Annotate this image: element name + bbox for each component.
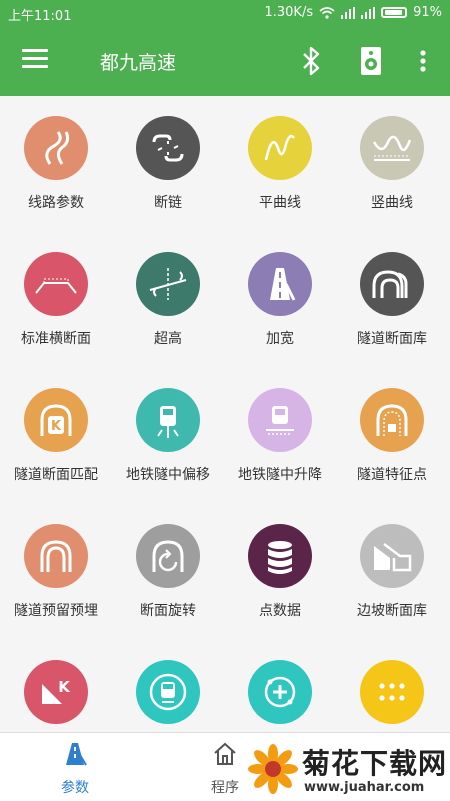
grid-item-label: 断链 (154, 195, 182, 211)
grid-item-label: 超高 (154, 331, 182, 347)
grid-item-metro-lift[interactable]: 地铁隧中升降 (224, 368, 336, 498)
grid-item-label: 隧道断面库 (357, 331, 427, 347)
grid-item-metro-offset[interactable]: 地铁隧中偏移 (112, 368, 224, 498)
function-grid: 线路参数 断链 平曲线 竖曲线 标准横断面 超高 加宽 隧道断面库 K 隧道断面… (0, 96, 450, 732)
speaker-icon[interactable] (356, 44, 386, 78)
tunnel-reserve-icon (24, 524, 88, 588)
metro-lift-icon (248, 388, 312, 452)
page-title: 都九高速 (100, 52, 177, 74)
network-speed: 1.30K/s (264, 5, 314, 20)
grid-item-label: 地铁隧中偏移 (126, 467, 210, 483)
grid-item-tunnel-reserve[interactable]: 隧道预留预埋 (0, 504, 112, 634)
grid-item-horizontal-curve[interactable]: 平曲线 (224, 96, 336, 226)
grid-item-superelevation[interactable]: 超高 (112, 232, 224, 362)
battery-level: 91% (413, 5, 442, 20)
metro-offset-icon (136, 388, 200, 452)
grid-item-train[interactable] (112, 640, 224, 732)
tunnel-feature-icon (360, 388, 424, 452)
tab-label: 参数 (61, 780, 89, 796)
battery-icon (381, 7, 408, 18)
tunnel-library-icon (360, 252, 424, 316)
status-time: 上午11:01 (8, 9, 72, 24)
widening-icon (248, 252, 312, 316)
grid-item-compass-plus[interactable] (224, 640, 336, 732)
more-options-icon[interactable] (408, 44, 438, 78)
grid-item-broken-chain[interactable]: 断链 (112, 96, 224, 226)
grid-item-widening[interactable]: 加宽 (224, 232, 336, 362)
tab-params[interactable]: 参数 (0, 733, 150, 801)
menu-icon[interactable] (22, 49, 48, 69)
home-icon (214, 742, 236, 765)
grid-item-tunnel-match[interactable]: K 隧道断面匹配 (0, 368, 112, 498)
watermark-url: www.juahar.com (304, 780, 425, 795)
grid-item-route-params[interactable]: 线路参数 (0, 96, 112, 226)
horizontal-curve-icon (248, 116, 312, 180)
grid-item-label: 点数据 (259, 603, 301, 619)
grid-item-label: 断面旋转 (140, 603, 196, 619)
svg-text:K: K (51, 419, 62, 434)
broken-chain-icon (136, 116, 200, 180)
train-icon (136, 660, 200, 724)
grid-item-label: 隧道特征点 (357, 467, 427, 483)
signal-icon (341, 6, 356, 19)
grid-item-tunnel-library[interactable]: 隧道断面库 (336, 232, 448, 362)
cross-section-icon (24, 252, 88, 316)
grid-item-tunnel-feature[interactable]: 隧道特征点 (336, 368, 448, 498)
slope-k-icon: K (24, 660, 88, 724)
grid-item-section-rotate[interactable]: 断面旋转 (112, 504, 224, 634)
road-icon (66, 743, 87, 766)
bluetooth-icon[interactable] (296, 44, 326, 78)
vertical-curve-icon (360, 116, 424, 180)
grid-item-label: 隧道断面匹配 (14, 467, 98, 483)
svg-text:K: K (58, 678, 71, 696)
superelevation-icon (136, 252, 200, 316)
grid-item-point-data[interactable]: 点数据 (224, 504, 336, 634)
grid-item-apps[interactable] (336, 640, 448, 732)
road-curve-icon (24, 116, 88, 180)
grid-item-label: 平曲线 (259, 195, 301, 211)
grid-item-slope-library[interactable]: 边坡断面库 (336, 504, 448, 634)
grid-item-label: 隧道预留预埋 (14, 603, 98, 619)
grid-item-label: 边坡断面库 (357, 603, 427, 619)
signal-icon-2 (361, 6, 376, 19)
status-bar: 上午11:01 1.30K/s 91% (0, 0, 450, 26)
grid-item-label: 标准横断面 (21, 331, 91, 347)
database-icon (248, 524, 312, 588)
grid-item-label: 线路参数 (28, 195, 84, 211)
section-rotate-icon (136, 524, 200, 588)
flower-logo-icon (248, 744, 298, 794)
compass-plus-icon (248, 660, 312, 724)
grid-item-standard-section[interactable]: 标准横断面 (0, 232, 112, 362)
grid-item-label: 加宽 (266, 331, 294, 347)
grid-item-label: 地铁隧中升降 (238, 467, 322, 483)
tunnel-match-icon: K (24, 388, 88, 452)
grid-dots-icon (360, 660, 424, 724)
grid-item-label: 竖曲线 (371, 195, 413, 211)
grid-item-vertical-curve[interactable]: 竖曲线 (336, 96, 448, 226)
watermark-title: 菊花下载网 (302, 747, 448, 780)
grid-item-slope-k[interactable]: K (0, 640, 112, 732)
watermark: 菊花下载网 www.juahar.com (246, 740, 450, 800)
wifi-icon (319, 6, 335, 19)
status-right: 1.30K/s 91% (264, 5, 442, 20)
slope-library-icon (360, 524, 424, 588)
toolbar: 都九高速 (0, 26, 450, 96)
